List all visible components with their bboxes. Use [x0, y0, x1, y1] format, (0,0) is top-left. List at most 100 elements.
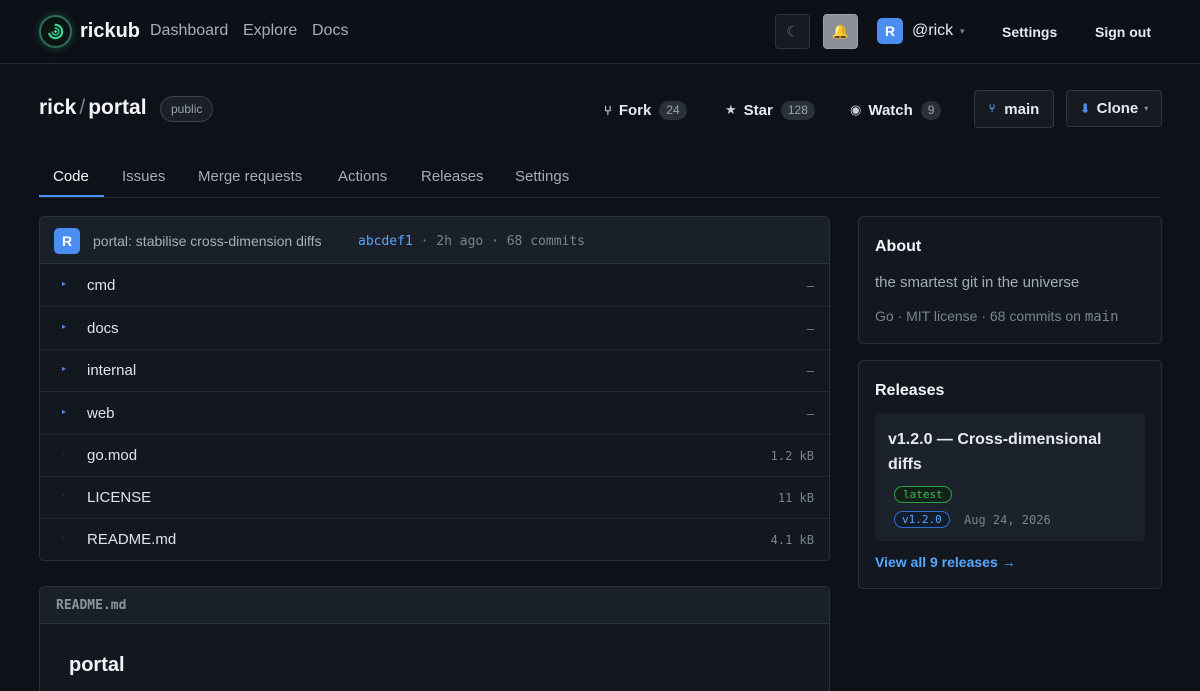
folder-icon: ▸: [62, 407, 67, 416]
file-name[interactable]: LICENSE: [87, 489, 151, 506]
file-row[interactable]: · go.mod 1.2 kB: [40, 435, 829, 477]
file-row[interactable]: ▸ cmd –: [40, 265, 829, 307]
about-panel: About the smartest git in the universe G…: [858, 216, 1162, 344]
view-all-releases-link[interactable]: View all 9 releases →: [875, 554, 1016, 570]
file-icon: ·: [62, 449, 65, 458]
active-tab-indicator: [39, 195, 104, 197]
chevron-down-icon: ▾: [1144, 104, 1149, 113]
notifications-button[interactable]: 🔔: [823, 14, 858, 49]
file-row[interactable]: ▸ internal –: [40, 350, 829, 392]
about-title: About: [875, 238, 922, 255]
commit-author-avatar[interactable]: R: [54, 228, 80, 254]
user-avatar[interactable]: R: [877, 18, 903, 44]
moon-icon: ☾: [786, 23, 799, 39]
readme-filename: README.md: [56, 598, 127, 613]
watch-count: 9: [920, 100, 942, 120]
file-name[interactable]: web: [87, 405, 115, 422]
release-date: Aug 24, 2026: [964, 513, 1051, 527]
commit-time: 2h ago: [436, 234, 484, 249]
file-browser: R portal: stabilise cross-dimension diff…: [39, 216, 830, 561]
folder-icon: ▸: [62, 279, 67, 288]
tab-issues[interactable]: Issues: [122, 168, 165, 185]
file-size: –: [806, 407, 814, 421]
tab-releases[interactable]: Releases: [421, 168, 484, 185]
top-navbar: rickub Dashboard Explore Docs ☾ 🔔 R @ric…: [0, 0, 1200, 64]
repo-name-link[interactable]: portal: [88, 96, 146, 119]
version-badge: v1.2.0: [894, 511, 950, 528]
logo-icon[interactable]: [39, 15, 72, 48]
folder-icon: ▸: [62, 364, 67, 373]
sign-out-link[interactable]: Sign out: [1095, 24, 1151, 40]
tab-merge-requests[interactable]: Merge requests: [198, 168, 302, 185]
fork-button[interactable]: ⑂ Fork 24: [604, 100, 687, 120]
file-size: –: [806, 364, 814, 378]
commit-count-link[interactable]: 68 commits: [507, 234, 585, 249]
fork-label: Fork: [618, 101, 652, 119]
releases-title: Releases: [875, 382, 945, 399]
about-meta: Go · MIT license · 68 commits on main: [875, 308, 1119, 325]
visibility-badge: public: [160, 96, 214, 122]
commit-sha-link[interactable]: abcdef1: [358, 234, 413, 249]
latest-release-card[interactable]: v1.2.0 — Cross-dimensional diffs latest …: [875, 414, 1145, 541]
folder-icon: ▸: [62, 322, 67, 331]
download-icon: ⬇: [1079, 100, 1091, 116]
eye-icon: ◉: [850, 102, 862, 117]
star-button[interactable]: ★ Star 128: [725, 100, 815, 120]
tab-code[interactable]: Code: [53, 168, 89, 185]
readme-header: README.md: [40, 587, 829, 624]
file-row[interactable]: ▸ web –: [40, 393, 829, 435]
file-name[interactable]: README.md: [87, 531, 176, 548]
commit-meta: abcdef1 · 2h ago · 68 commits: [358, 234, 585, 249]
file-size: –: [806, 279, 814, 293]
tab-actions[interactable]: Actions: [338, 168, 387, 185]
tab-settings[interactable]: Settings: [515, 168, 569, 185]
branch-select-button[interactable]: ⑂ main: [974, 90, 1054, 128]
file-name[interactable]: docs: [87, 320, 119, 337]
nav-link-dashboard[interactable]: Dashboard: [150, 22, 228, 40]
nav-link-explore[interactable]: Explore: [243, 22, 297, 40]
settings-link[interactable]: Settings: [1002, 24, 1057, 40]
latest-commit-bar: R portal: stabilise cross-dimension diff…: [40, 217, 829, 264]
bell-icon: 🔔: [831, 23, 850, 39]
branch-name: main: [1004, 100, 1040, 118]
file-icon: ·: [62, 491, 65, 500]
commit-message[interactable]: portal: stabilise cross-dimension diffs: [93, 233, 322, 249]
fork-count: 24: [659, 100, 687, 120]
readme-panel: README.md portal: [39, 586, 830, 691]
star-icon: ★: [725, 102, 737, 117]
meta-separator: ·: [491, 234, 499, 249]
fork-icon: ⑂: [604, 102, 612, 118]
repo-title: rick / portal: [39, 96, 147, 120]
file-size: –: [806, 322, 814, 336]
file-row[interactable]: · LICENSE 11 kB: [40, 477, 829, 519]
latest-badge: latest: [894, 486, 952, 503]
star-label: Star: [743, 101, 773, 119]
file-name[interactable]: cmd: [87, 277, 115, 294]
theme-toggle-button[interactable]: ☾: [775, 14, 810, 49]
clone-button[interactable]: ⬇ Clone ▾: [1066, 90, 1162, 127]
repo-tabs: Code Issues Merge requests Actions Relea…: [39, 160, 1161, 198]
nav-link-docs[interactable]: Docs: [312, 22, 348, 40]
repo-owner-link[interactable]: rick: [39, 96, 76, 119]
user-menu-chevron-icon[interactable]: ▾: [960, 26, 965, 37]
file-name[interactable]: go.mod: [87, 447, 137, 464]
star-count: 128: [780, 100, 815, 120]
file-size: 4.1 kB: [770, 533, 814, 547]
meta-separator: ·: [420, 234, 429, 249]
file-row[interactable]: · README.md 4.1 kB: [40, 519, 829, 560]
file-name[interactable]: internal: [87, 362, 136, 379]
readme-heading: portal: [69, 654, 125, 676]
brand-name[interactable]: rickub: [80, 20, 140, 43]
clone-label: Clone: [1096, 100, 1139, 117]
releases-panel: Releases v1.2.0 — Cross-dimensional diff…: [858, 360, 1162, 589]
user-menu[interactable]: @rick: [912, 22, 953, 40]
file-row[interactable]: ▸ docs –: [40, 308, 829, 350]
about-description: the smartest git in the universe: [875, 274, 1080, 291]
about-meta-text: Go · MIT license · 68 commits on: [875, 308, 1085, 324]
file-size: 11 kB: [777, 491, 814, 505]
release-title[interactable]: v1.2.0 — Cross-dimensional diffs: [888, 427, 1138, 477]
watch-button[interactable]: ◉ Watch 9: [850, 100, 942, 120]
default-branch: main: [1084, 309, 1119, 325]
branch-icon: ⑂: [988, 103, 996, 115]
repo-separator: /: [79, 96, 86, 119]
